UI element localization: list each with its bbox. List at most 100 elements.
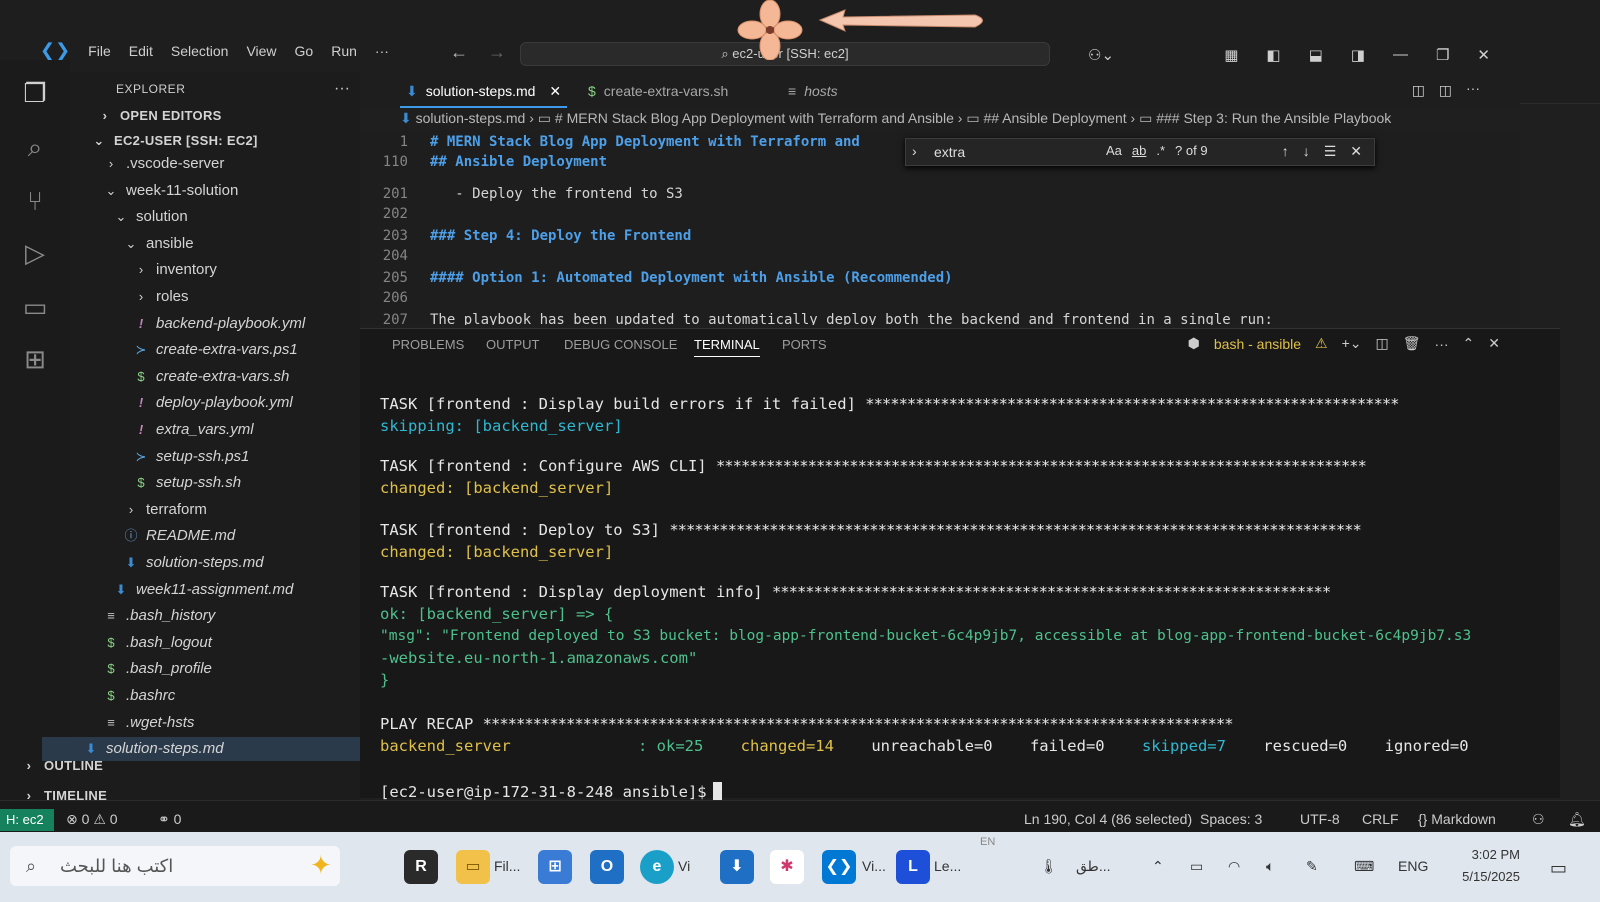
menu-run[interactable]: Run	[331, 43, 357, 59]
new-terminal-icon[interactable]: +⌄	[1342, 335, 1362, 352]
menu-selection[interactable]: Selection	[171, 43, 229, 59]
edge-icon[interactable]: e	[640, 850, 674, 884]
kill-terminal-icon[interactable]: 🗑	[1403, 335, 1421, 352]
search-icon[interactable]: ⌕	[18, 132, 52, 166]
indentation-status[interactable]: Spaces: 3	[1200, 811, 1262, 827]
vscode-taskbar-icon[interactable]: ❮❯	[822, 850, 856, 884]
slack-icon[interactable]: ✱	[770, 850, 804, 884]
panel-more-icon[interactable]: ···	[1435, 336, 1449, 352]
tree-item[interactable]: › terraform	[122, 498, 207, 522]
tree-item[interactable]: ⬇ solution-steps.md	[122, 551, 264, 575]
tree-item[interactable]: ⌄ ansible	[122, 232, 194, 256]
minimize-icon[interactable]: —	[1393, 46, 1408, 64]
download-icon[interactable]: ⬇	[720, 850, 754, 884]
outline-section[interactable]: › OUTLINE	[20, 754, 103, 778]
next-match-icon[interactable]: ↓	[1303, 143, 1310, 160]
copilot-icon[interactable]: ⚇⌄	[1088, 46, 1114, 64]
layout-customize-icon[interactable]: ▦	[1224, 46, 1238, 64]
split-terminal-icon[interactable]: ◫	[1376, 335, 1389, 352]
tree-item[interactable]: ≻ create-extra-vars.ps1	[132, 338, 298, 362]
notification-center-icon[interactable]: ▭	[1550, 858, 1567, 879]
back-arrow-icon[interactable]: ←	[450, 42, 468, 63]
tab-problems[interactable]: PROBLEMS	[392, 337, 464, 352]
language-status[interactable]: {} Markdown	[1418, 811, 1496, 827]
split-editor-icon[interactable]: ◫	[1439, 82, 1452, 99]
editor-more-icon[interactable]: ···	[1466, 80, 1480, 96]
regex-toggle[interactable]: .*	[1156, 143, 1165, 158]
tab-output[interactable]: OUTPUT	[486, 337, 539, 352]
app-icon-r[interactable]: R	[404, 850, 438, 884]
ports-status[interactable]: ⚭ 0	[158, 811, 181, 828]
breadcrumb-item[interactable]: solution-steps.md	[416, 110, 526, 126]
find-in-selection-icon[interactable]: ☰	[1324, 143, 1337, 160]
menu-more[interactable]: ···	[375, 43, 389, 59]
previous-match-icon[interactable]: ↑	[1282, 143, 1289, 160]
tab-solution-steps[interactable]: ⬇ solution-steps.md ✕	[400, 74, 568, 108]
tree-item[interactable]: ! backend-playbook.yml	[132, 312, 305, 336]
chevron-right-icon[interactable]: ›	[912, 143, 917, 159]
tab-hosts[interactable]: ≡ hosts	[788, 74, 838, 108]
maximize-panel-icon[interactable]: ⌃	[1463, 335, 1475, 352]
app-icon-l[interactable]: L	[896, 850, 930, 884]
close-panel-icon[interactable]: ✕	[1488, 335, 1500, 352]
encoding-status[interactable]: UTF-8	[1300, 811, 1340, 827]
match-case-toggle[interactable]: Aa	[1106, 143, 1122, 158]
match-word-toggle[interactable]: ab	[1132, 143, 1146, 158]
toggle-secondary-sidebar-icon[interactable]: ◨	[1351, 46, 1365, 64]
breadcrumb-item[interactable]: ## Ansible Deployment	[983, 110, 1126, 126]
tree-item[interactable]: ⓘ README.md	[122, 524, 235, 548]
pen-icon[interactable]: ✎	[1306, 858, 1318, 875]
battery-icon[interactable]: ▭	[1190, 858, 1203, 875]
forward-arrow-icon[interactable]: →	[488, 42, 506, 63]
explorer-icon[interactable]: ❐	[18, 78, 52, 112]
cursor-position[interactable]: Ln 190, Col 4 (86 selected)	[1024, 811, 1192, 827]
system-clock[interactable]: 3:02 PM 5/15/2025	[1462, 844, 1520, 888]
restore-icon[interactable]: ❐	[1436, 46, 1449, 64]
tree-item[interactable]: ⌄ week-11-solution	[102, 179, 239, 203]
tab-ports[interactable]: PORTS	[782, 337, 827, 352]
notifications-icon[interactable]: 🔔︎	[1568, 811, 1586, 828]
copilot-sparkle-icon[interactable]: ✦	[310, 850, 332, 881]
remote-explorer-icon[interactable]: ▭	[18, 292, 52, 326]
tree-item[interactable]: ⌄ solution	[112, 205, 188, 229]
breadcrumb-item[interactable]: ### Step 3: Run the Ansible Playbook	[1156, 110, 1391, 126]
weather-label[interactable]: طق...	[1076, 858, 1111, 875]
tree-item[interactable]: ! deploy-playbook.yml	[132, 391, 293, 415]
volume-icon[interactable]: 🔈︎	[1266, 858, 1274, 875]
tab-terminal[interactable]: TERMINAL	[694, 337, 760, 357]
tree-item[interactable]: $ setup-ssh.sh	[132, 471, 241, 495]
tab-create-extra-vars[interactable]: $ create-extra-vars.sh	[588, 74, 728, 108]
more-actions-icon[interactable]: ···	[334, 80, 350, 98]
close-tab-icon[interactable]: ✕	[549, 83, 561, 99]
menu-view[interactable]: View	[246, 43, 276, 59]
breadcrumb-item[interactable]: # MERN Stack Blog App Deployment with Te…	[555, 110, 954, 126]
toggle-sidebar-icon[interactable]: ◧	[1266, 46, 1280, 64]
run-debug-icon[interactable]: ▷	[18, 238, 52, 272]
tree-item[interactable]: › inventory	[132, 258, 217, 282]
eol-status[interactable]: CRLF	[1362, 811, 1399, 827]
find-input[interactable]: extra	[928, 142, 1108, 162]
source-control-icon[interactable]: ⑂	[18, 186, 52, 220]
tree-item[interactable]: › .vscode-server	[102, 152, 225, 176]
problems-status[interactable]: ⊗ 0 ⚠ 0	[66, 811, 118, 828]
close-window-icon[interactable]: ✕	[1477, 46, 1490, 64]
close-find-icon[interactable]: ✕	[1350, 143, 1362, 160]
outlook-icon[interactable]: O	[590, 850, 624, 884]
tree-item[interactable]: ! extra_vars.yml	[132, 418, 254, 442]
wifi-icon[interactable]: ◠	[1228, 858, 1240, 875]
open-editors-section[interactable]: › OPEN EDITORS	[96, 104, 222, 128]
menu-edit[interactable]: Edit	[129, 43, 153, 59]
tab-debug-console[interactable]: DEBUG CONSOLE	[564, 337, 677, 352]
tree-item[interactable]: › roles	[132, 285, 189, 309]
menu-file[interactable]: File	[88, 43, 111, 59]
tree-item[interactable]: $ create-extra-vars.sh	[132, 365, 289, 389]
taskbar-search[interactable]: ⌕ اكتب هنا للبحث	[10, 846, 340, 886]
tree-item[interactable]: $ .bash_profile	[102, 657, 212, 681]
keyboard-icon[interactable]: ⌨	[1354, 858, 1374, 875]
tree-item[interactable]: ≡ .bash_history	[102, 604, 215, 628]
store-icon[interactable]: ⊞	[538, 850, 572, 884]
extensions-icon[interactable]: ⊞	[18, 344, 52, 378]
tree-item[interactable]: ⬇ week11-assignment.md	[112, 578, 294, 602]
remote-indicator[interactable]: H: ec2	[0, 809, 54, 831]
copilot-status-icon[interactable]: ⚇	[1532, 811, 1545, 828]
